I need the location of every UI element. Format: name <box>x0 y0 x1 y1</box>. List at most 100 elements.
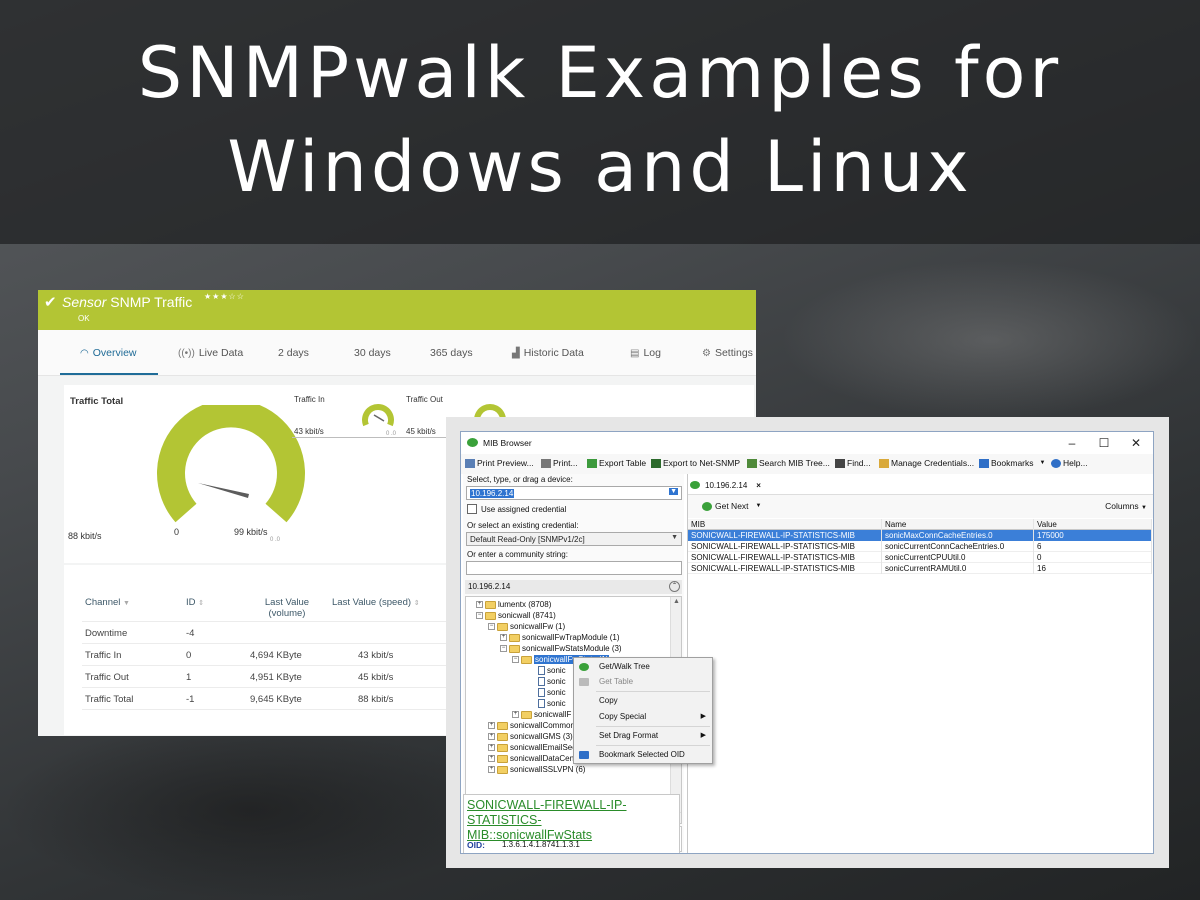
tree-node[interactable]: + sonicwallCommon <box>488 721 575 730</box>
close-button[interactable]: ✕ <box>1121 434 1151 452</box>
find-button[interactable]: Find... <box>835 458 871 468</box>
tab-historic-data[interactable]: ▟ Historic Data <box>512 347 584 359</box>
device-bar: 10.196.2.14 ⌃ <box>465 580 682 594</box>
separator <box>292 437 404 438</box>
folder-icon <box>497 622 508 631</box>
minimize-button[interactable]: – <box>1057 434 1087 452</box>
export-table-icon <box>587 458 597 468</box>
help-button[interactable]: Help... <box>1051 458 1088 468</box>
close-tab-icon[interactable]: × <box>756 481 761 490</box>
print-button[interactable]: Print... <box>541 458 578 468</box>
channel-name[interactable]: Traffic Total <box>85 694 133 705</box>
folder-icon <box>497 743 508 752</box>
tab-30-days[interactable]: 30 days <box>354 347 391 359</box>
title-bar[interactable]: MIB Browser – ☐ ✕ <box>461 432 1153 454</box>
print-preview-button[interactable]: Print Preview... <box>465 458 534 468</box>
column-header-speed[interactable]: Last Value (speed) ⇕ <box>332 597 420 608</box>
traffic-in-value: 43 kbit/s <box>294 427 324 436</box>
tree-node[interactable]: + sonicwallFwTrapModule (1) <box>500 633 620 642</box>
folder-icon <box>497 754 508 763</box>
tree-leaf[interactable]: sonic <box>538 677 566 686</box>
background-light-blur <box>780 260 1200 420</box>
column-header-volume[interactable]: Last Value (volume) <box>252 597 322 619</box>
tree-node[interactable]: + sonicwallGMS (3) <box>488 732 573 741</box>
scroll-up-icon[interactable]: ▲ <box>673 598 680 605</box>
channel-id: 1 <box>186 672 192 683</box>
window-title: MIB Browser <box>483 438 532 448</box>
columns-button[interactable]: Columns ▼ <box>1105 501 1147 511</box>
menu-item-copy[interactable]: Copy <box>574 694 712 708</box>
traffic-in-label: Traffic In <box>294 395 325 404</box>
tree-leaf[interactable]: sonic <box>538 666 566 675</box>
collapse-icon[interactable]: ⌃ <box>669 581 680 592</box>
channel-speed: 43 kbit/s <box>358 650 394 661</box>
column-header-value[interactable]: Value <box>1034 519 1152 530</box>
credential-label: Or select an existing credential: <box>467 521 579 530</box>
column-header-id[interactable]: ID ⇕ <box>186 597 204 608</box>
search-mib-tree-button[interactable]: Search MIB Tree... <box>747 458 830 468</box>
credential-select[interactable]: Default Read-Only [SNMPv1/2c] ▼ <box>466 532 682 546</box>
mib-object-link[interactable]: SONICWALL-FIREWALL-IP-STATISTICS-MIB::so… <box>467 798 663 843</box>
device-combo[interactable]: 10.196.2.14 ▼ <box>466 486 682 500</box>
export-net-snmp-button[interactable]: Export to Net-SNMP <box>651 458 740 468</box>
tab-settings[interactable]: ⚙ Settings <box>702 347 753 359</box>
priority-stars[interactable]: ★★★☆☆ <box>204 292 245 301</box>
menu-item-get-walk-tree[interactable]: Get/Walk Tree <box>574 660 712 674</box>
column-header-mib[interactable]: MIB <box>688 519 882 530</box>
agent-icon <box>690 481 700 489</box>
menu-item-set-drag-format[interactable]: Set Drag Format ▶ <box>574 729 712 743</box>
grid-row[interactable]: SONICWALL-FIREWALL-IP-STATISTICS-MIB son… <box>688 563 1152 574</box>
folder-icon <box>521 655 532 664</box>
use-assigned-checkbox[interactable] <box>467 504 477 514</box>
tree-node[interactable]: + sonicwallSSLVPN (6) <box>488 765 585 774</box>
grid-row[interactable]: SONICWALL-FIREWALL-IP-STATISTICS-MIB son… <box>688 541 1152 552</box>
sensor-status: OK <box>78 314 90 323</box>
tree-node[interactable]: + lumentx (8708) <box>476 600 551 609</box>
manage-credentials-button[interactable]: Manage Credentials... <box>879 458 974 468</box>
grid-header: MIB Name Value <box>688 519 1152 530</box>
export-table-button[interactable]: Export Table <box>587 458 646 468</box>
app-icon <box>467 438 478 447</box>
bookmark-icon <box>979 458 989 468</box>
maximize-button[interactable]: ☐ <box>1089 434 1119 452</box>
channel-volume: 4,951 KByte <box>250 672 302 683</box>
tree-node[interactable]: − sonicwallFw (1) <box>488 622 565 631</box>
grid-row[interactable]: SONICWALL-FIREWALL-IP-STATISTICS-MIB son… <box>688 552 1152 563</box>
tree-node[interactable]: − sonicwall (8741) <box>476 611 556 620</box>
bookmarks-button[interactable]: Bookmarks ▼ <box>979 458 1045 468</box>
channel-name[interactable]: Traffic Out <box>85 672 129 683</box>
tab-log[interactable]: ▤ Log <box>630 347 661 359</box>
oid-description-pane: SONICWALL-FIREWALL-IP-STATISTICS-MIB::so… <box>463 794 680 853</box>
tab-2-days[interactable]: 2 days <box>278 347 309 359</box>
menu-item-get-table[interactable]: Get Table <box>574 675 712 689</box>
tab-live-data[interactable]: ((•)) Live Data <box>178 347 243 359</box>
get-next-button[interactable]: Get Next ▼ <box>702 501 762 511</box>
use-assigned-label: Use assigned credential <box>481 505 567 514</box>
tree-node[interactable]: + sonicwallDataCen <box>488 754 574 763</box>
community-input[interactable] <box>466 561 682 575</box>
folder-icon <box>497 721 508 730</box>
result-tab[interactable]: 10.196.2.14 × <box>690 477 761 493</box>
grid-row-selected[interactable]: SONICWALL-FIREWALL-IP-STATISTICS-MIB son… <box>688 530 1152 541</box>
channel-id: 0 <box>186 650 192 661</box>
channel-name[interactable]: Traffic In <box>85 650 121 661</box>
channel-id: -1 <box>186 694 195 705</box>
menu-item-bookmark-oid[interactable]: Bookmark Selected OID <box>574 748 712 762</box>
channel-name[interactable]: Downtime <box>85 628 127 639</box>
column-header-channel[interactable]: Channel ▼ <box>85 597 130 608</box>
menu-item-copy-special[interactable]: Copy Special ▶ <box>574 710 712 724</box>
tab-overview[interactable]: ◠ Overview <box>80 347 137 359</box>
tree-leaf[interactable]: sonic <box>538 699 566 708</box>
tree-node[interactable]: − sonicwallFwStatsModule (3) <box>500 644 622 653</box>
channel-volume: 4,694 KByte <box>250 650 302 661</box>
checkmark-icon: ✔ <box>44 294 57 311</box>
chevron-down-icon: ▼ <box>755 503 762 509</box>
tab-365-days[interactable]: 365 days <box>430 347 473 359</box>
device-label: Select, type, or drag a device: <box>467 475 573 484</box>
traffic-out-value: 45 kbit/s <box>406 427 436 436</box>
tree-leaf[interactable]: sonic <box>538 688 566 697</box>
sensor-title-prefix: Sensor <box>62 294 107 310</box>
tree-node[interactable]: + sonicwallF <box>512 710 571 719</box>
tree-node[interactable]: + sonicwallEmailSec <box>488 743 576 752</box>
column-header-name[interactable]: Name <box>882 519 1034 530</box>
